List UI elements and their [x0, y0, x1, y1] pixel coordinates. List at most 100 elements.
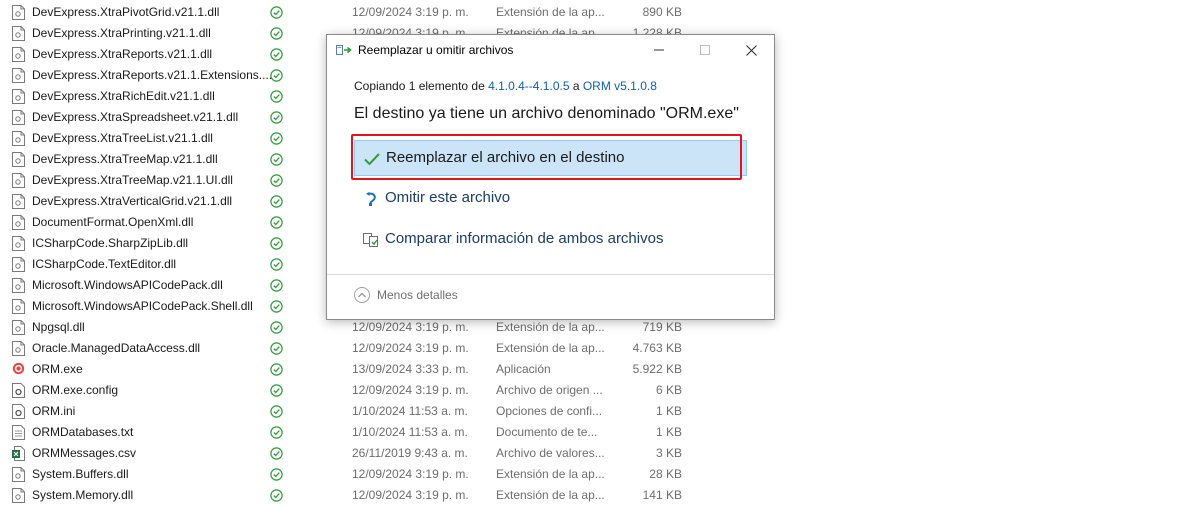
ini-file-icon [12, 404, 25, 419]
file-row[interactable]: Oracle.ManagedDataAccess.dll 12/09/2024 3… [0, 338, 1188, 359]
file-type: Extensión de la ap... [496, 341, 605, 355]
sync-status-check-icon [270, 174, 283, 187]
file-name: System.Memory.dll [32, 488, 134, 502]
file-name: Microsoft.WindowsAPICodePack.dll [32, 278, 223, 292]
file-type: Opciones de confi... [496, 404, 603, 418]
selection-highlight-box [351, 134, 742, 180]
sync-status-check-icon [270, 489, 283, 502]
file-size: 5.922 KB [632, 362, 682, 376]
file-type: Archivo de valores... [496, 446, 605, 460]
maximize-icon [700, 45, 710, 55]
sync-status-check-icon [270, 447, 283, 460]
file-date: 12/09/2024 3:19 p. m. [352, 320, 469, 334]
file-type: Extensión de la ap... [496, 488, 605, 502]
text-file-icon [12, 425, 25, 440]
file-row[interactable]: ORMDatabases.txt 1/10/2024 11:53 a. m. Doc… [0, 422, 1188, 443]
file-date: 1/10/2024 11:53 a. m. [352, 404, 468, 418]
dll-file-icon [12, 26, 25, 41]
file-name: DevExpress.XtraVerticalGrid.v21.1.dll [32, 194, 233, 208]
dll-file-icon [12, 488, 25, 503]
chevron-up-icon [354, 287, 370, 303]
skip-file-label: Omitir este archivo [385, 189, 511, 206]
compare-files-label: Comparar información de ambos archivos [385, 230, 664, 247]
dll-file-icon [12, 278, 25, 293]
sync-status-check-icon [270, 300, 283, 313]
sync-status-check-icon [270, 195, 283, 208]
file-size: 141 KB [642, 488, 682, 502]
file-name: ORM.exe [32, 362, 83, 376]
file-row[interactable]: System.Buffers.dll 12/09/2024 3:19 p. m. E… [0, 464, 1188, 485]
file-date: 12/09/2024 3:19 p. m. [352, 488, 469, 502]
file-type: Documento de te... [496, 425, 598, 439]
sync-status-check-icon [270, 405, 283, 418]
dll-file-icon [12, 89, 25, 104]
file-date: 12/09/2024 3:19 p. m. [352, 383, 469, 397]
less-details-label: Menos detalles [377, 288, 458, 302]
compare-files-icon [363, 233, 378, 247]
file-date: 12/09/2024 3:19 p. m. [352, 5, 469, 19]
minimize-button[interactable] [636, 35, 682, 65]
skip-arrow-icon [366, 192, 376, 206]
file-name: DevExpress.XtraTreeMap.v21.1.dll [32, 152, 218, 166]
sync-status-check-icon [270, 468, 283, 481]
file-type: Extensión de la ap... [496, 467, 605, 481]
dll-file-icon [12, 131, 25, 146]
file-move-icon [336, 45, 352, 55]
dialog-heading: El destino ya tiene un archivo denominad… [354, 105, 739, 122]
dll-file-icon [12, 467, 25, 482]
sync-status-check-icon [270, 216, 283, 229]
file-name: DevExpress.XtraTreeMap.v21.1.UI.dll [32, 173, 233, 187]
dialog-title: Reemplazar u omitir archivos [358, 43, 514, 57]
copy-prefix: Copiando 1 elemento de [354, 79, 489, 93]
file-name: Oracle.ManagedDataAccess.dll [32, 341, 201, 355]
dialog-titlebar[interactable]: Reemplazar u omitir archivos [327, 35, 774, 65]
file-row[interactable]: Npgsql.dll 12/09/2024 3:19 p. m. Extensión… [0, 317, 1188, 338]
sync-status-check-icon [270, 384, 283, 397]
dll-file-icon [12, 152, 25, 167]
file-date: 13/09/2024 3:33 p. m. [352, 362, 469, 376]
sync-status-check-icon [270, 90, 283, 103]
dll-file-icon [12, 236, 25, 251]
sync-status-check-icon [270, 321, 283, 334]
file-name: DevExpress.XtraReports.v21.1.Extensions.… [32, 68, 273, 82]
dll-file-icon [12, 173, 25, 188]
file-row[interactable]: ORMMessages.csv 26/11/2019 9:43 a. m. Arch… [0, 443, 1188, 464]
file-name: ORMDatabases.txt [32, 425, 134, 439]
sync-status-check-icon [270, 111, 283, 124]
dll-file-icon [12, 194, 25, 209]
sync-status-check-icon [270, 153, 283, 166]
file-name: ORM.exe.config [32, 383, 119, 397]
sync-status-check-icon [270, 279, 283, 292]
less-details-button[interactable]: Menos detalles [354, 287, 458, 303]
dll-file-icon [12, 341, 25, 356]
close-button[interactable] [728, 35, 774, 65]
compare-files-option[interactable]: Comparar información de ambos archivos [354, 222, 747, 258]
skip-file-option[interactable]: Omitir este archivo [354, 181, 747, 217]
file-name: DevExpress.XtraTreeList.v21.1.dll [32, 131, 213, 145]
file-date: 1/10/2024 11:53 a. m. [352, 425, 468, 439]
file-row[interactable]: DevExpress.XtraPivotGrid.v21.1.dll 12/09/… [0, 2, 1188, 23]
sync-status-check-icon [270, 48, 283, 61]
file-size: 6 KB [655, 383, 682, 397]
source-folder-link[interactable]: 4.1.0.4--4.1.0.5 [488, 79, 569, 93]
file-name: DevExpress.XtraPivotGrid.v21.1.dll [32, 5, 220, 19]
file-row[interactable]: ORM.exe.config 12/09/2024 3:19 p. m. Archi… [0, 380, 1188, 401]
copy-status: Copiando 1 elemento de 4.1.0.4--4.1.0.5 … [354, 79, 657, 93]
file-size: 28 KB [649, 467, 682, 481]
file-row[interactable]: System.Memory.dll 12/09/2024 3:19 p. m. Ex… [0, 485, 1188, 506]
dll-file-icon [12, 5, 25, 20]
file-name: ORM.ini [32, 404, 76, 418]
file-date: 26/11/2019 9:43 a. m. [352, 446, 468, 460]
sync-status-check-icon [270, 363, 283, 376]
file-name: DevExpress.XtraRichEdit.v21.1.dll [32, 89, 215, 103]
destination-folder-link[interactable]: ORM v5.1.0.8 [583, 79, 657, 93]
file-name: Npgsql.dll [32, 320, 85, 334]
file-row[interactable]: ORM.exe 13/09/2024 3:33 p. m. Aplicación 5.… [0, 359, 1188, 380]
dll-file-icon [12, 299, 25, 314]
file-type: Extensión de la ap... [496, 320, 605, 334]
dialog-divider [327, 274, 774, 275]
file-size: 890 KB [642, 5, 682, 19]
file-size: 719 KB [642, 320, 682, 334]
file-size: 4.763 KB [632, 341, 682, 355]
file-row[interactable]: ORM.ini 1/10/2024 11:53 a. m. Opciones de … [0, 401, 1188, 422]
